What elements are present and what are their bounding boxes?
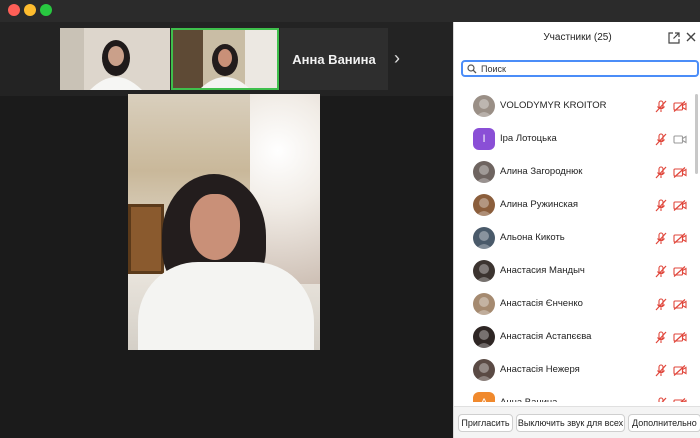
search-icon (467, 64, 477, 74)
mic-muted-icon[interactable] (655, 265, 667, 278)
mic-muted-icon[interactable] (655, 199, 667, 212)
avatar (473, 293, 495, 315)
participant-name: Іра Лотоцька (500, 133, 557, 144)
panel-footer: Пригласить Выключить звук для всех Допол… (454, 406, 700, 438)
close-icon[interactable] (685, 31, 697, 43)
video-off-icon[interactable] (673, 233, 687, 244)
mic-muted-icon[interactable] (655, 100, 667, 113)
video-off-icon[interactable] (673, 398, 687, 402)
participant-name: Алина Загороднюк (500, 166, 583, 177)
participant-row[interactable]: Альона Кикоть (454, 222, 700, 255)
avatar: А (473, 392, 495, 402)
participant-row[interactable]: Анастасія Астапєєва (454, 321, 700, 354)
participant-thumbnail-2[interactable] (171, 28, 279, 90)
participant-name: Анастасія Нежеря (500, 364, 580, 375)
mic-muted-icon[interactable] (655, 166, 667, 179)
participant-row[interactable]: Анастасія Нежеря (454, 354, 700, 387)
speaker-shirt (138, 262, 314, 350)
avatar: І (473, 128, 495, 150)
zoom-window-button[interactable] (40, 4, 52, 16)
active-speaker-name-tile[interactable]: Анна Ванина (280, 28, 388, 90)
participant-name: Алина Ружинская (500, 199, 578, 210)
mic-muted-icon[interactable] (655, 331, 667, 344)
participants-panel: Участники (25) VOLODYMYR KROITOR І Іра Лот… (453, 22, 700, 438)
minimize-window-button[interactable] (24, 4, 36, 16)
participant-row[interactable]: Анастасия Мандыч (454, 255, 700, 288)
more-options-button[interactable]: Дополнительно (628, 414, 700, 432)
mute-all-button[interactable]: Выключить звук для всех (516, 414, 625, 432)
speaker-face (190, 194, 240, 260)
search-input[interactable] (481, 62, 691, 75)
avatar (473, 95, 495, 117)
list-scrollbar[interactable] (695, 94, 698, 174)
participant-name: Анна Ванина (500, 397, 557, 402)
close-window-button[interactable] (8, 4, 20, 16)
video-off-icon[interactable] (673, 266, 687, 277)
participant-name: Анастасія Єнченко (500, 298, 583, 309)
chevron-right-icon[interactable]: › (394, 48, 400, 68)
avatar (473, 161, 495, 183)
avatar (473, 326, 495, 348)
video-off-icon[interactable] (673, 365, 687, 376)
video-area: Анна Ванина › (0, 22, 453, 438)
video-off-icon[interactable] (673, 101, 687, 112)
participant-row[interactable]: Алина Ружинская (454, 189, 700, 222)
popout-icon[interactable] (668, 32, 680, 44)
title-bar (0, 0, 700, 22)
video-off-icon[interactable] (673, 167, 687, 178)
avatar (473, 359, 495, 381)
mic-muted-icon[interactable] (655, 298, 667, 311)
panel-title: Участники (25) (543, 32, 612, 43)
video-camera-icon[interactable] (673, 134, 687, 145)
video-off-icon[interactable] (673, 299, 687, 310)
main-video (128, 94, 320, 350)
participant-name: Альона Кикоть (500, 232, 565, 243)
mic-muted-icon[interactable] (655, 133, 667, 146)
more-options-label: Дополнительно (632, 418, 697, 428)
background-door (128, 204, 164, 274)
video-off-icon[interactable] (673, 332, 687, 343)
active-speaker-name: Анна Ванина (292, 51, 376, 67)
thumbnail-active-speaker-image (173, 30, 277, 88)
participant-name: Анастасия Мандыч (500, 265, 585, 276)
participant-thumbnail-1[interactable] (60, 28, 170, 90)
participant-row[interactable]: Алина Загороднюк (454, 156, 700, 189)
avatar (473, 194, 495, 216)
zoom-meeting-window: Анна Ванина › Участники (25) VOLODYMY (0, 0, 700, 438)
mic-muted-icon[interactable] (655, 364, 667, 377)
video-off-icon[interactable] (673, 200, 687, 211)
participant-row[interactable]: VOLODYMYR KROITOR (454, 90, 700, 123)
participant-row[interactable]: А Анна Ванина (454, 387, 700, 402)
participant-list: VOLODYMYR KROITOR І Іра Лотоцька Алина Заго… (454, 90, 700, 402)
avatar (473, 227, 495, 249)
participant-row[interactable]: Анастасія Єнченко (454, 288, 700, 321)
invite-button[interactable]: Пригласить (458, 414, 513, 432)
thumbnail-person-image (60, 28, 170, 90)
participant-name: Анастасія Астапєєва (500, 331, 592, 342)
avatar (473, 260, 495, 282)
mic-muted-icon[interactable] (655, 397, 667, 402)
participant-name: VOLODYMYR KROITOR (500, 100, 607, 111)
mic-muted-icon[interactable] (655, 232, 667, 245)
search-box[interactable] (461, 60, 699, 77)
participant-row[interactable]: І Іра Лотоцька (454, 123, 700, 156)
